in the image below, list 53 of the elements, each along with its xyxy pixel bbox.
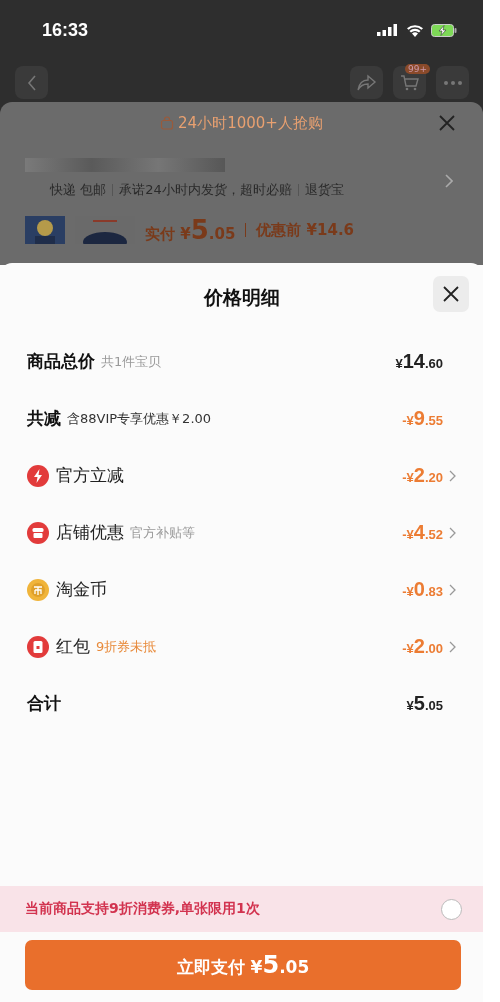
sales-label: 24小时1000+人抢购 [178,113,323,133]
share-icon [356,73,377,92]
envelope-icon [27,635,49,658]
row-note: 9折券未抵 [96,637,157,656]
coin-icon [27,578,49,601]
coupon-text: 当前商品支持9折消费券,单张限用1次 [25,900,260,918]
pay-button[interactable]: 立即支付 ¥5.05 [25,940,461,990]
close-icon[interactable] [439,115,455,131]
row-label: 红包 [56,635,90,658]
chevron-right-icon[interactable] [449,640,456,653]
shop-icon [27,521,49,544]
status-time: 16:33 [42,19,89,41]
back-icon [26,74,37,91]
cart-badge: 99+ [405,64,430,74]
service-tag: 快递 包邮 [50,181,107,199]
chevron-right-icon[interactable] [449,526,456,539]
row-label: 店铺优惠 [56,521,124,544]
back-button[interactable] [15,66,48,99]
row-amount: -¥2.20 [402,464,443,487]
wifi-icon [406,23,424,37]
chevron-right-icon[interactable] [449,583,456,596]
original-price: 优惠前 ¥14.6 [256,220,354,240]
row-amount: -¥4.52 [402,521,443,544]
chevron-right-icon[interactable] [445,174,453,188]
row-amount: -¥9.55 [402,407,443,430]
close-button[interactable] [433,276,469,312]
row-amount: ¥14.60 [395,350,443,373]
row-amount: ¥5.05 [406,692,443,715]
service-tag: 退货宝 [304,181,344,199]
signal-icon [377,24,399,36]
chevron-right-icon[interactable] [449,469,456,482]
bag-icon [160,116,175,130]
cart-icon [399,73,420,92]
row-label: 合计 [27,692,61,715]
row-label: 共减 [27,407,61,430]
row-note: 含88VIP专享优惠￥2.00 [67,409,212,428]
lightning-icon [27,464,49,487]
row-note: 共1件宝贝 [101,352,162,371]
row-note: 官方补贴等 [130,523,195,542]
row-label: 官方立减 [56,464,124,487]
close-icon [443,286,459,302]
more-button[interactable] [436,66,469,99]
battery-charging-icon [431,23,457,37]
row-amount: -¥0.83 [402,578,443,601]
row-amount: -¥2.00 [402,635,443,658]
share-button[interactable] [350,66,383,99]
sheet-title: 价格明细 [203,285,280,310]
more-icon [442,80,463,85]
service-tag: 承诺24小时内发货，超时必赔 [119,181,292,199]
row-label: 淘金币 [56,578,107,601]
coupon-radio[interactable] [441,898,462,920]
row-label: 商品总价 [27,350,95,373]
paid-price: 实付 ¥5.05 [145,215,236,245]
